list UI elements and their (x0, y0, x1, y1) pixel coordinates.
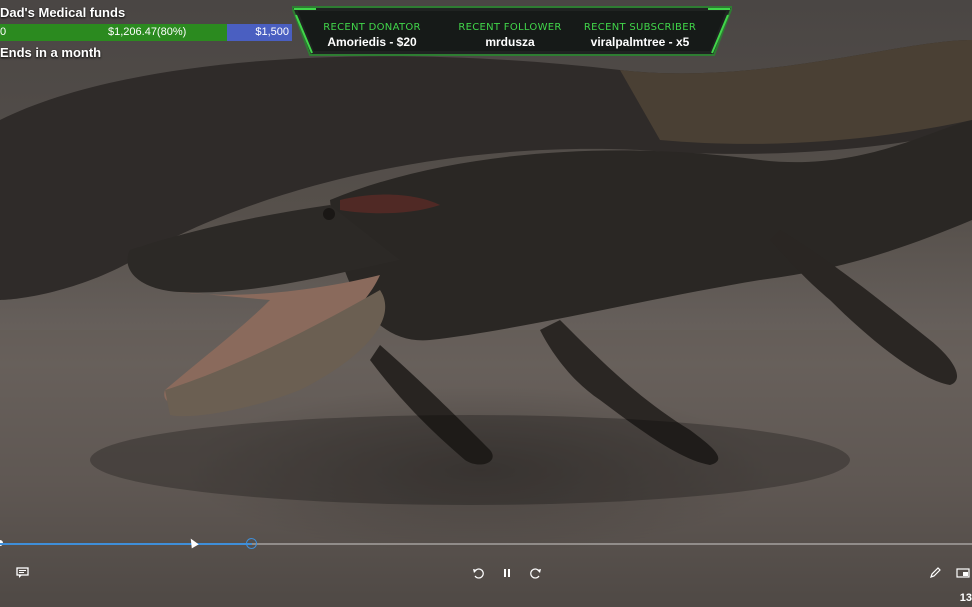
recent-follower-value: mrdusza (485, 35, 535, 49)
recent-follower-label: RECENT FOLLOWER (458, 22, 562, 33)
recent-donator-value: Amoriedis - $20 (327, 35, 417, 49)
seek-bar-played (0, 543, 252, 545)
miniplayer-icon (956, 568, 970, 578)
chat-icon (16, 567, 29, 578)
goal-start-value: 0 (0, 26, 7, 38)
pause-button[interactable] (503, 567, 511, 579)
recent-follower: RECENT FOLLOWER mrdusza (444, 5, 576, 49)
forward-button[interactable] (529, 567, 542, 579)
chat-button[interactable] (16, 567, 29, 579)
goal-title: Dad's Medical funds (0, 5, 126, 20)
recent-subscriber-label: RECENT SUBSCRIBER (583, 22, 697, 33)
recent-subscriber: RECENT SUBSCRIBER viralpalmtree - x5 (574, 5, 706, 49)
goal-current-value: $1,206.47(80%) (108, 26, 187, 38)
recent-donator-label: RECENT DONATOR (323, 22, 421, 33)
goal-ends-text: Ends in a month (0, 45, 102, 60)
game-scene (0, 40, 972, 607)
timecode: 13 (959, 592, 972, 604)
recent-donator: RECENT DONATOR Amoriedis - $20 (306, 5, 438, 49)
video-frame[interactable] (0, 0, 972, 607)
miniplayer-button[interactable] (956, 567, 970, 579)
rewind-10-icon (473, 568, 484, 579)
stream-alert-banner: RECENT DONATOR Amoriedis - $20 RECENT FO… (292, 5, 732, 57)
recent-subscriber-value: viralpalmtree - x5 (590, 35, 690, 49)
goal-progress-bar: 0 $1,206.47(80%) $1,500 (0, 24, 292, 41)
forward-30-icon (530, 568, 541, 579)
goal-target-value: $1,500 (255, 26, 289, 38)
pause-icon (504, 569, 510, 577)
edit-icon (930, 567, 941, 578)
seek-bar-handle[interactable] (245, 538, 257, 549)
rewind-button[interactable] (472, 567, 485, 579)
seek-bar[interactable] (0, 538, 972, 549)
edit-button[interactable] (929, 567, 941, 579)
